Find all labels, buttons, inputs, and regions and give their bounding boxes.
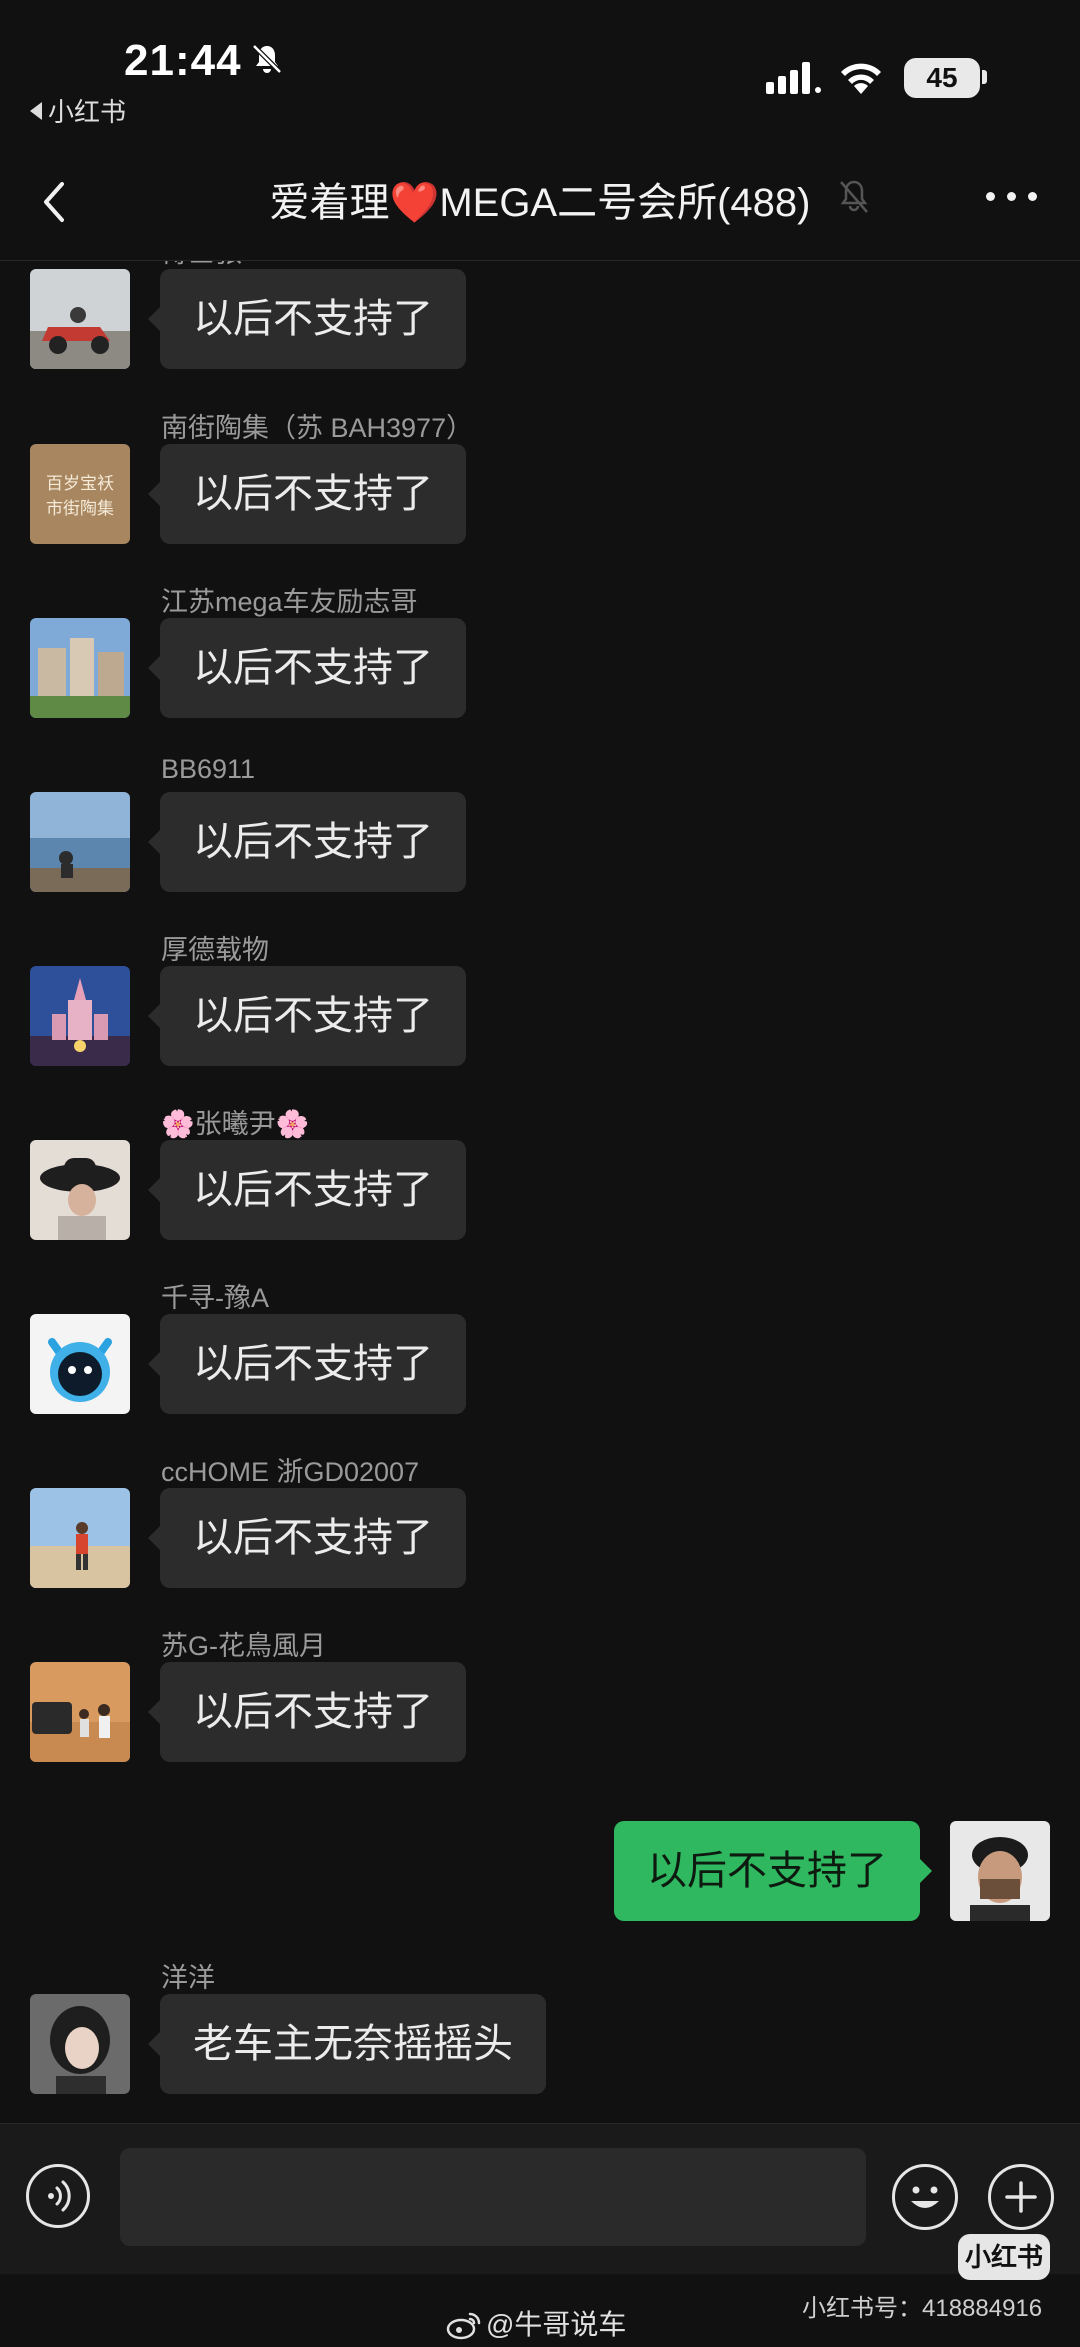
message-bubble[interactable]: 以后不支持了	[148, 1314, 466, 1414]
message-bubble[interactable]: 以后不支持了	[148, 1140, 466, 1240]
cellular-signal-icon	[766, 62, 821, 94]
avatar[interactable]	[30, 269, 130, 369]
voice-input-button[interactable]	[26, 2164, 90, 2228]
xiaohongshu-watermark-logo: 小红书	[958, 2234, 1050, 2280]
sender-name: 厚德载物	[161, 935, 269, 965]
status-bar: 21:44 小红书 45	[0, 0, 1080, 150]
avatar-image	[30, 966, 130, 1066]
avatar-text: 市街陶集	[46, 499, 114, 519]
sender-name: 🌸张曦尹🌸	[161, 1109, 310, 1139]
message-bubble[interactable]: 以后不支持了	[148, 966, 466, 1066]
plus-icon	[1005, 2181, 1037, 2213]
avatar-image	[30, 1994, 130, 2094]
sender-name: 苏G-花鳥風月	[161, 1631, 326, 1661]
message-bubble[interactable]: 老车主无奈摇摇头	[148, 1994, 546, 2094]
message-bubble[interactable]: 以后不支持了	[148, 618, 466, 718]
message-bubble[interactable]: 以后不支持了	[148, 1662, 466, 1762]
avatar-image	[950, 1821, 1050, 1921]
chat-title-suffix: MEGA二号会所(488)	[439, 181, 811, 225]
avatar-image	[30, 1488, 130, 1588]
more-functions-button[interactable]	[988, 2164, 1054, 2230]
avatar[interactable]	[30, 1314, 130, 1414]
avatar[interactable]	[30, 1662, 130, 1762]
message-bubble[interactable]: 以后不支持了	[148, 269, 466, 369]
my-avatar[interactable]	[950, 1821, 1050, 1921]
avatar-image	[30, 618, 130, 718]
avatar-text: 百岁宝袄	[46, 474, 114, 494]
avatar-image	[30, 1314, 130, 1414]
avatar-image: 百岁宝袄 市街陶集	[30, 444, 130, 544]
chat-header: 爱着理❤️MEGA二号会所(488)	[0, 150, 1080, 261]
message-bubble[interactable]: 以后不支持了	[614, 1821, 932, 1921]
status-time: 21:44	[124, 36, 242, 85]
voice-wave-icon	[48, 2180, 71, 2212]
chat-message-list[interactable]: 博士张 以后不支持了 百岁宝袄 市街陶集 南街陶集（苏 BAH3977） 以后不…	[0, 261, 1080, 2123]
back-app-label: 小红书	[48, 97, 127, 127]
avatar[interactable]	[30, 1488, 130, 1588]
avatar[interactable]	[30, 618, 130, 718]
wifi-icon	[841, 63, 881, 94]
avatar[interactable]	[30, 1994, 130, 2094]
bell-muted-icon	[252, 44, 282, 74]
back-triangle-icon	[30, 102, 42, 120]
message-bubble[interactable]: 以后不支持了	[148, 1488, 466, 1588]
smiley-face-icon	[911, 2186, 939, 2208]
more-options-button[interactable]	[984, 186, 1040, 206]
bell-muted-icon	[840, 180, 868, 213]
emoji-button[interactable]	[892, 2164, 958, 2230]
sender-name: ccHOME 浙GD02007	[161, 1457, 420, 1487]
back-to-app-link[interactable]: 小红书	[30, 92, 126, 129]
sender-name: 江苏mega车友励志哥	[161, 587, 418, 617]
avatar-image	[30, 1140, 130, 1240]
chat-title: 爱着理❤️MEGA二号会所(488)	[240, 170, 840, 228]
message-bubble[interactable]: 以后不支持了	[148, 792, 466, 892]
weibo-watermark: @牛哥说车	[446, 2303, 626, 2343]
avatar[interactable]: 百岁宝袄 市街陶集	[30, 444, 130, 544]
battery-indicator: 45	[904, 58, 980, 98]
avatar[interactable]	[30, 966, 130, 1066]
avatar[interactable]	[30, 792, 130, 892]
chat-title-prefix: 爱着理	[269, 181, 390, 225]
weibo-logo-icon	[446, 2312, 481, 2340]
message-input-bar	[0, 2123, 1080, 2274]
avatar-image	[30, 269, 130, 369]
xiaohongshu-id-watermark: 小红书号：418884916	[802, 2295, 1043, 2322]
message-text-input[interactable]	[120, 2148, 866, 2246]
heart-icon: ❤️	[389, 181, 440, 225]
back-chevron-icon[interactable]	[34, 172, 74, 232]
sender-name: 洋洋	[161, 1963, 215, 1993]
sender-name: 千寻-豫A	[161, 1283, 269, 1313]
avatar-image	[30, 792, 130, 892]
sender-name: BB6911	[161, 754, 256, 784]
sender-name: 南街陶集（苏 BAH3977）	[161, 413, 474, 443]
avatar[interactable]	[30, 1140, 130, 1240]
message-bubble[interactable]: 以后不支持了	[148, 444, 466, 544]
avatar-image	[30, 1662, 130, 1762]
battery-cap	[982, 70, 987, 84]
weibo-handle: @牛哥说车	[486, 2309, 627, 2340]
